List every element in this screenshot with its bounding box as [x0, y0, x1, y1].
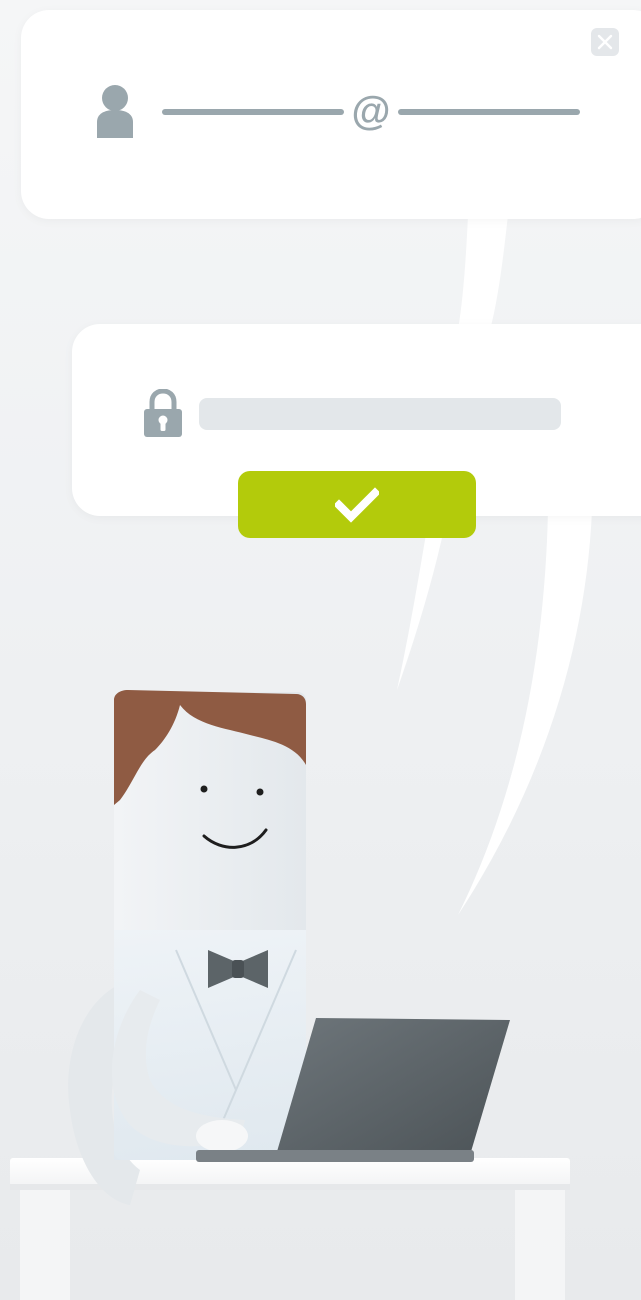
submit-button[interactable] — [238, 471, 476, 538]
lock-icon — [144, 389, 182, 437]
email-domain-line[interactable] — [398, 109, 580, 115]
email-username-line[interactable] — [162, 109, 344, 115]
checkmark-icon — [335, 486, 379, 523]
password-field[interactable] — [199, 398, 561, 430]
at-symbol: @ — [351, 89, 391, 133]
character-illustration — [10, 690, 570, 1300]
table — [10, 1158, 570, 1300]
user-icon — [97, 85, 133, 138]
close-icon — [597, 34, 613, 50]
close-button[interactable] — [591, 28, 619, 56]
